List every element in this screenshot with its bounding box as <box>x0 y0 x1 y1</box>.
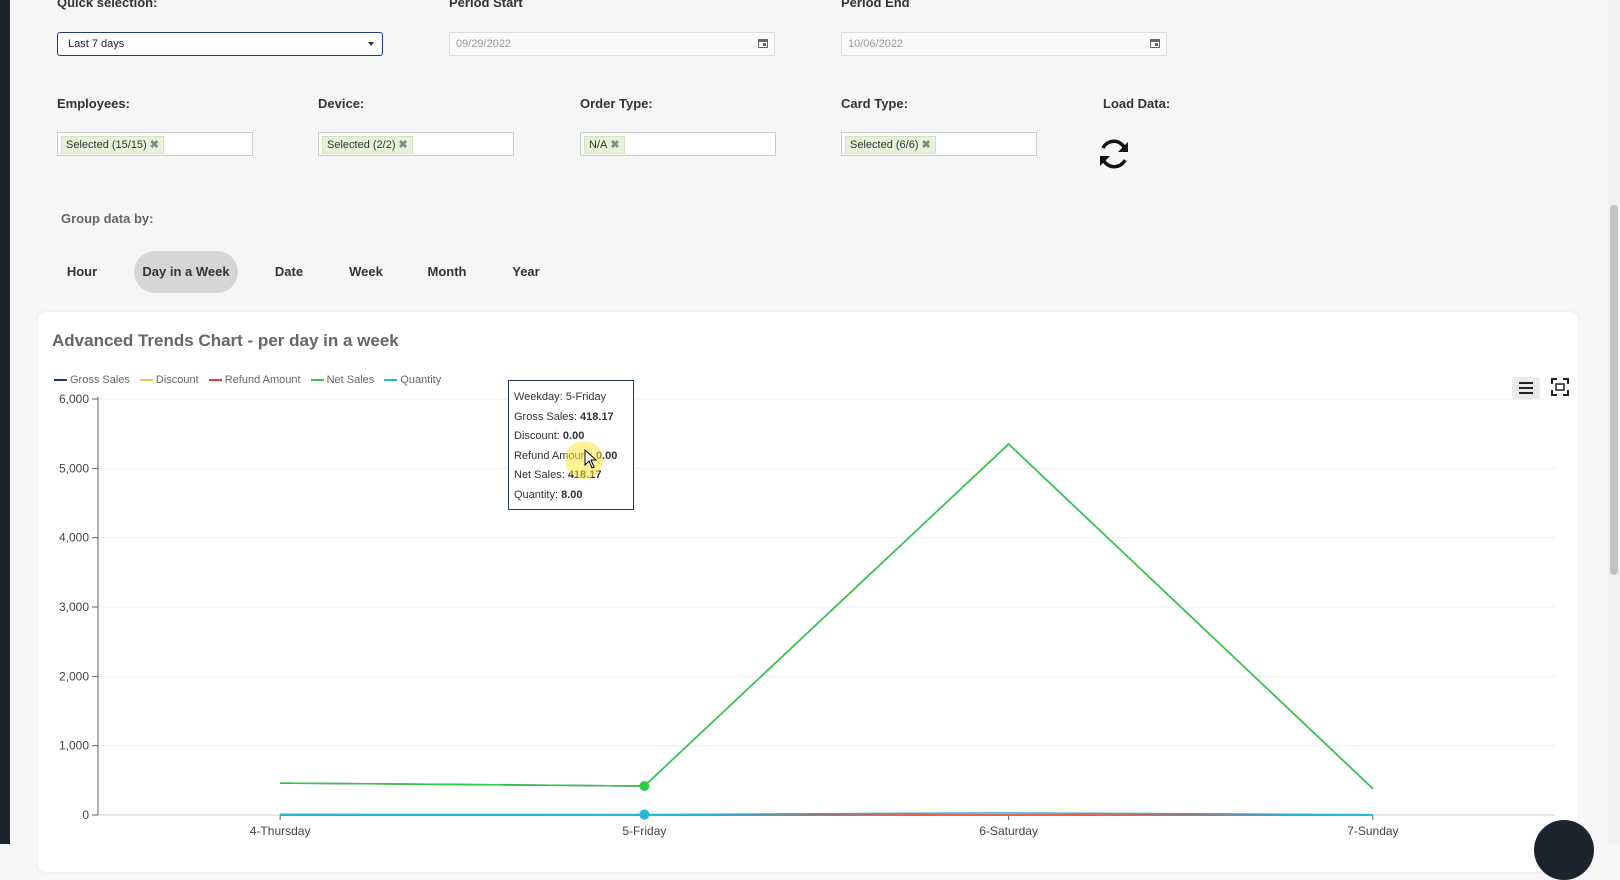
tooltip-label: Weekday: <box>514 391 563 403</box>
tooltip-value: 418.17 <box>580 410 614 423</box>
data-point-net-sales <box>639 781 650 792</box>
tooltip-row-weekday: Weekday: 5-Friday <box>514 388 628 408</box>
y-tick-label: 1,000 <box>59 739 89 753</box>
tooltip-value: 8.00 <box>561 488 583 501</box>
tooltip-value: 5-Friday <box>565 391 607 403</box>
x-tick-label: 4-Thursday <box>250 824 311 838</box>
data-point-quantity <box>639 809 650 820</box>
y-tick-label: 0 <box>82 808 89 822</box>
tooltip-label: Discount: <box>514 430 560 442</box>
tooltip-label: Gross Sales: <box>514 410 577 423</box>
tooltip-label: Quantity: <box>514 488 559 501</box>
tooltip-label: Net Sales: <box>514 469 565 481</box>
scrollbar-thumb[interactable] <box>1610 205 1618 575</box>
mouse-cursor-icon <box>584 449 598 469</box>
series-line-gross-sales <box>280 443 1374 790</box>
y-tick-label: 2,000 <box>59 669 89 683</box>
tooltip-row-gross: Gross Sales: 418.17 <box>514 408 628 428</box>
x-tick-label: 7-Sunday <box>1347 824 1398 838</box>
y-tick-label: 6,000 <box>59 392 89 406</box>
tooltip-row-discount: Discount: 0.00 <box>514 427 628 447</box>
scrollbar[interactable] <box>1608 0 1620 844</box>
x-tick-label: 5-Friday <box>622 824 666 838</box>
y-tick-label: 3,000 <box>59 600 89 614</box>
send-chat-button[interactable] <box>1534 820 1594 880</box>
x-tick-label: 6-Saturday <box>979 824 1038 838</box>
trends-chart: 0 1,000 2,000 3,000 4,000 5,000 6,000 4-Thursda… <box>59 392 1555 838</box>
tooltip-row-quantity: Quantity: 8.00 <box>514 486 628 506</box>
y-tick-label: 4,000 <box>59 531 89 545</box>
y-tick-label: 5,000 <box>59 461 89 475</box>
series-line-quantity <box>280 812 1373 816</box>
series-line-net-sales <box>280 443 1374 790</box>
